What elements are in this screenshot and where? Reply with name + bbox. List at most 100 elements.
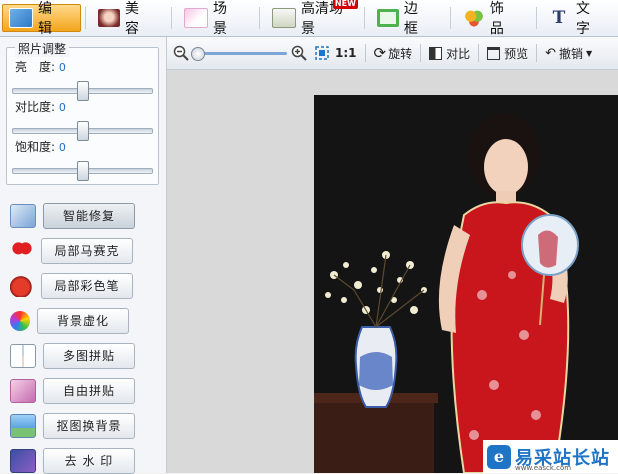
saturation-value: 0	[58, 141, 66, 154]
color-pen-button[interactable]: 局部彩色笔	[41, 273, 133, 299]
tab-beauty-label: 美 容	[124, 1, 141, 37]
contrast-value: 0	[58, 101, 66, 114]
brightness-label: 亮 度: 0	[15, 58, 66, 75]
multi-collage-button[interactable]: 多图拼贴	[43, 343, 135, 369]
brightness-slider[interactable]	[12, 81, 153, 101]
toolbar-divider	[420, 44, 422, 62]
contrast-label-text: 对比度:	[15, 100, 56, 114]
saturation-label: 饱和度: 0	[15, 138, 66, 155]
remove-watermark-icon	[10, 449, 36, 473]
tab-accessory-label: 饰 品	[489, 1, 506, 37]
actual-size-button[interactable]: 1:1	[335, 46, 357, 60]
tab-hd-scene[interactable]: 高清场景 NEW	[266, 0, 360, 37]
rotate-button[interactable]: ⟳ 旋转	[374, 44, 413, 62]
contrast-slider-thumb[interactable]	[77, 121, 89, 141]
tab-divider	[85, 7, 86, 29]
edit-icon	[9, 8, 33, 28]
toolbar-divider	[364, 44, 366, 62]
tab-divider	[363, 7, 365, 29]
beauty-face-icon	[97, 9, 120, 27]
background-blur-button[interactable]: 背景虚化	[37, 308, 129, 334]
tab-text[interactable]: T 文 字	[543, 1, 618, 37]
tab-accessory[interactable]: 饰 品	[457, 1, 532, 37]
text-icon: T	[552, 8, 568, 28]
free-collage-icon	[10, 379, 36, 403]
mosaic-button[interactable]: 局部马赛克	[41, 238, 133, 264]
undo-dropdown-icon[interactable]: ▼	[586, 49, 592, 58]
tab-frame[interactable]: 边 框	[371, 1, 446, 37]
main-tab-bar: 编 辑 美 容 场 景 高清场景 NEW 边 框 饰 品 T 文 字	[0, 0, 618, 37]
tool-mosaic: 局部马赛克	[10, 238, 133, 264]
fit-window-icon[interactable]	[315, 46, 329, 60]
tool-multi-collage: 多图拼贴	[10, 343, 135, 369]
undo-label: 撤销	[559, 46, 584, 61]
photo-illustration	[314, 95, 618, 473]
zoom-slider-thumb[interactable]	[191, 46, 205, 61]
tab-divider	[259, 7, 260, 29]
mosaic-heart-icon	[10, 240, 34, 262]
image-toolbar: 1:1 ⟳ 旋转 对比 预览 ↶ 撤销 ▼	[167, 37, 618, 70]
rotate-label: 旋转	[388, 46, 413, 61]
contrast-label: 对比度: 0	[15, 98, 66, 115]
preview-button[interactable]: 预览	[487, 45, 528, 62]
photo-adjust-title: 照片调整	[15, 40, 70, 57]
free-collage-button[interactable]: 自由拼贴	[43, 378, 135, 404]
saturation-label-text: 饱和度:	[15, 140, 56, 154]
tab-frame-label: 边 框	[403, 1, 420, 37]
left-tool-panel: 照片调整 亮 度: 0 对比度: 0 饱和度: 0 智能修复 局部马赛克 局部彩…	[0, 37, 167, 474]
undo-button[interactable]: ↶ 撤销 ▼	[545, 45, 592, 62]
magic-wand-icon	[10, 204, 36, 228]
tool-remove-watermark: 去 水 印	[10, 448, 135, 474]
toolbar-divider	[536, 44, 538, 62]
saturation-slider-thumb[interactable]	[77, 161, 89, 181]
zoom-out-icon[interactable]	[173, 45, 189, 61]
zoom-slider[interactable]	[191, 46, 287, 61]
tab-text-label: 文 字	[575, 1, 592, 37]
tab-scene-label: 场 景	[213, 1, 230, 37]
cutout-background-button[interactable]: 抠图换背景	[43, 413, 135, 439]
tab-divider	[171, 7, 173, 29]
tab-edit[interactable]: 编 辑	[2, 1, 81, 37]
tool-smart-repair: 智能修复	[10, 203, 135, 229]
tab-divider	[535, 7, 537, 29]
zoom-in-icon[interactable]	[291, 45, 307, 61]
preview-icon	[487, 46, 501, 60]
tool-cutout: 抠图换背景	[10, 413, 135, 439]
tool-free-collage: 自由拼贴	[10, 378, 135, 404]
edited-photo[interactable]	[314, 95, 618, 473]
blur-dots-icon	[10, 311, 30, 331]
compare-label: 对比	[446, 46, 471, 61]
site-watermark: e 易采站长站 www.easck.com	[483, 440, 618, 473]
preview-label: 预览	[504, 46, 529, 61]
brightness-slider-thumb[interactable]	[77, 81, 89, 101]
scene-icon	[184, 8, 209, 28]
tab-scene[interactable]: 场 景	[178, 1, 255, 37]
actual-size-label: 1:1	[335, 46, 357, 60]
undo-icon: ↶	[545, 45, 557, 61]
multi-collage-icon	[10, 344, 36, 368]
tool-background-blur: 背景虚化	[10, 308, 129, 334]
site-logo-icon: e	[487, 444, 511, 469]
accessory-clover-icon	[462, 9, 485, 27]
toolbar-divider	[478, 44, 480, 62]
contrast-slider[interactable]	[12, 121, 153, 141]
cutout-icon	[10, 414, 36, 438]
hd-scene-icon	[271, 8, 296, 28]
compare-icon	[429, 46, 443, 60]
brightness-label-text: 亮 度:	[15, 60, 56, 74]
rotate-icon: ⟳	[373, 44, 387, 62]
tab-divider	[449, 7, 451, 29]
frame-icon	[376, 9, 399, 27]
brightness-value: 0	[58, 61, 66, 74]
site-watermark-url: www.easck.com	[515, 464, 572, 472]
compare-button[interactable]: 对比	[429, 45, 470, 62]
smart-repair-button[interactable]: 智能修复	[43, 203, 135, 229]
remove-watermark-button[interactable]: 去 水 印	[43, 448, 135, 474]
saturation-slider[interactable]	[12, 161, 153, 181]
color-apple-icon	[10, 275, 34, 297]
new-badge: NEW	[332, 0, 358, 9]
tab-edit-label: 编 辑	[38, 1, 54, 37]
photo-adjust-group: 照片调整 亮 度: 0 对比度: 0 饱和度: 0	[6, 40, 159, 185]
tab-beauty[interactable]: 美 容	[92, 1, 167, 37]
image-canvas[interactable]	[167, 70, 618, 473]
